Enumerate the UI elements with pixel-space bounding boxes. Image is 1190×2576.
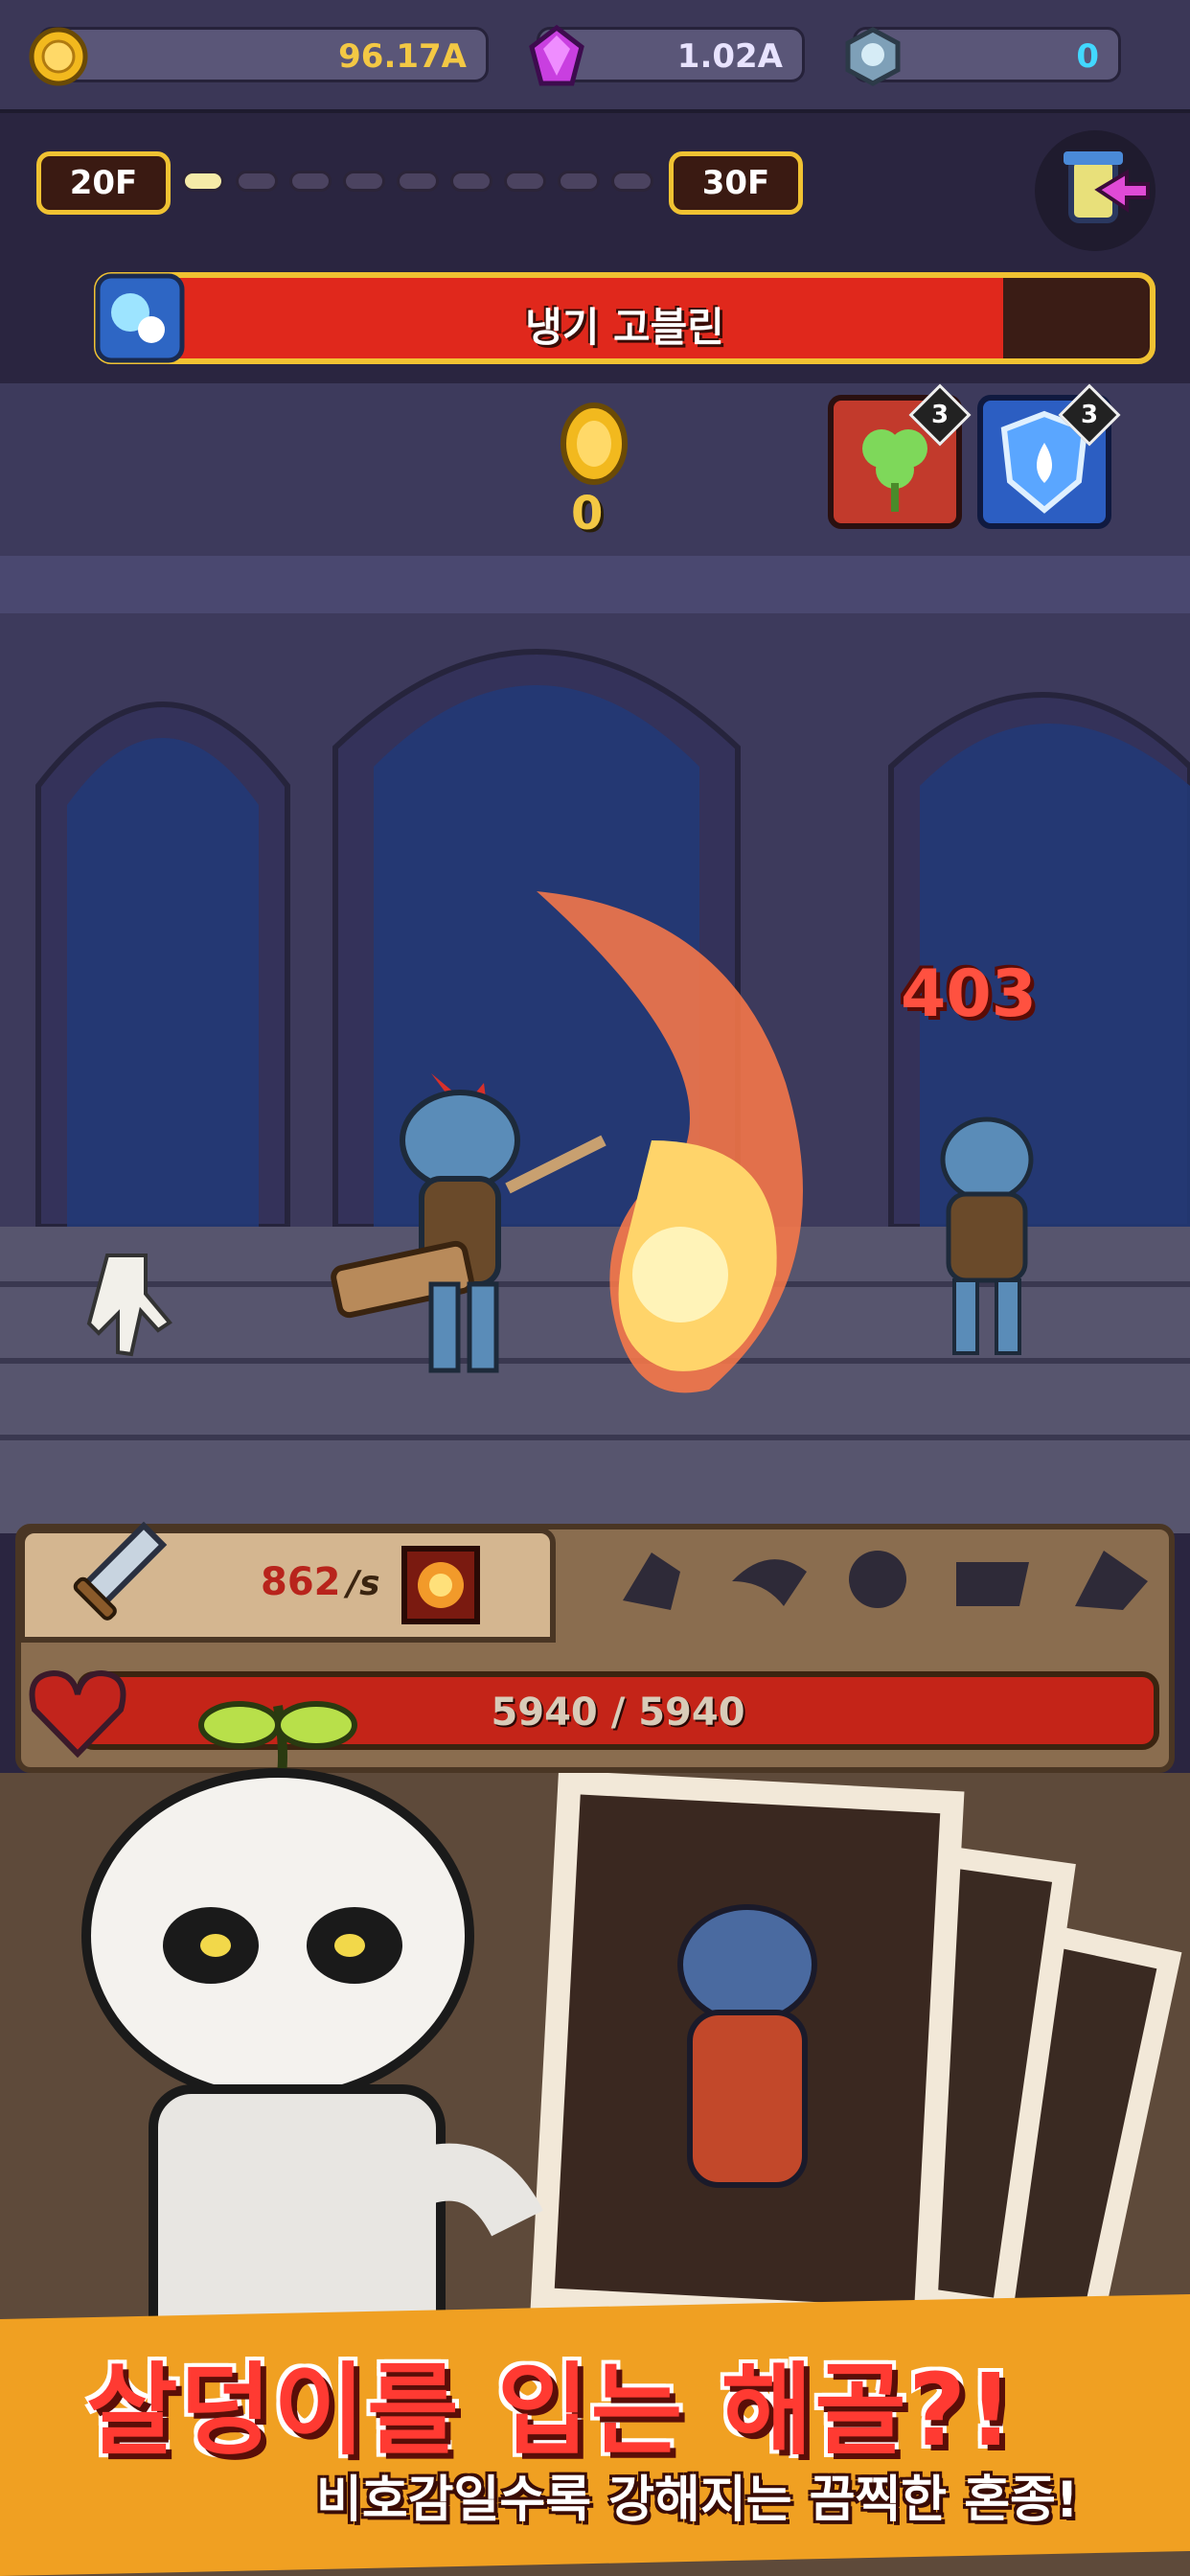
fire-skill-icon[interactable]: [400, 1545, 481, 1625]
gold-value: 96.17A: [338, 37, 467, 76]
skull-token-icon: [845, 27, 901, 86]
coins-collected: 0: [571, 487, 604, 540]
promo-title: 살덩이를 입는 해골?!: [86, 2352, 1016, 2469]
token-counter[interactable]: 0: [845, 27, 1121, 86]
floor-progress-dot: [450, 171, 492, 192]
fist-skill-icon[interactable]: [613, 1543, 699, 1616]
dps-value: 862: [261, 1560, 341, 1604]
floor-progress-dot: [343, 171, 385, 192]
dps-unit: /s: [347, 1564, 380, 1603]
token-value: 0: [1076, 37, 1099, 76]
purple-gem-icon: [529, 24, 584, 86]
floor-start-badge: 20F: [36, 151, 171, 215]
clover-buff[interactable]: 3: [828, 383, 972, 529]
floor-end-badge: 30F: [669, 151, 803, 215]
runner-skill-icon[interactable]: [1065, 1543, 1152, 1616]
shield-buff[interactable]: 3: [977, 383, 1121, 529]
sword-icon: [73, 1521, 168, 1621]
wing-skill-icon[interactable]: [726, 1543, 812, 1616]
boss-health-bar: 냉기 고블린: [94, 272, 1156, 364]
promo-cards: [530, 1773, 1182, 2348]
enemy-ice-goblin: [940, 1116, 1034, 1355]
skeleton-hand: [86, 1254, 172, 1357]
floor-progress-dot: [397, 171, 439, 192]
floor-progress-dot: [236, 171, 278, 192]
skeleton-mascot: [81, 1701, 543, 2358]
damage-popup: 403: [901, 956, 1037, 1032]
fire-attack-effect: [537, 891, 803, 1393]
currency-bar: 96.17A 1.02A 0: [0, 0, 1190, 113]
dash-skill-icon[interactable]: [952, 1543, 1039, 1616]
floor-progress: [182, 171, 653, 192]
gold-counter[interactable]: 96.17A: [29, 27, 489, 86]
gem-counter[interactable]: 1.02A: [529, 24, 805, 86]
floor-progress-dot: [289, 171, 332, 192]
skill-slots: [613, 1543, 1152, 1616]
gem-value: 1.02A: [676, 37, 783, 76]
promo-subtitle: 비호감일수록 강해지는 끔찍한 혼종!: [316, 2472, 1079, 2529]
boss-name: 냉기 고블린: [525, 304, 724, 351]
floor-progress-dot: [504, 171, 546, 192]
ice-element-icon: [95, 273, 185, 363]
lantern-icon: [1064, 151, 1150, 223]
gold-coin-icon: [29, 27, 88, 86]
lantern-button[interactable]: [1035, 130, 1156, 251]
arrow-skill-icon[interactable]: [839, 1543, 926, 1616]
floor-progress-dot: [182, 171, 224, 192]
floor-progress-dot: [611, 171, 653, 192]
floor-progress-dot: [558, 171, 600, 192]
gold-coin-icon: [561, 402, 628, 485]
